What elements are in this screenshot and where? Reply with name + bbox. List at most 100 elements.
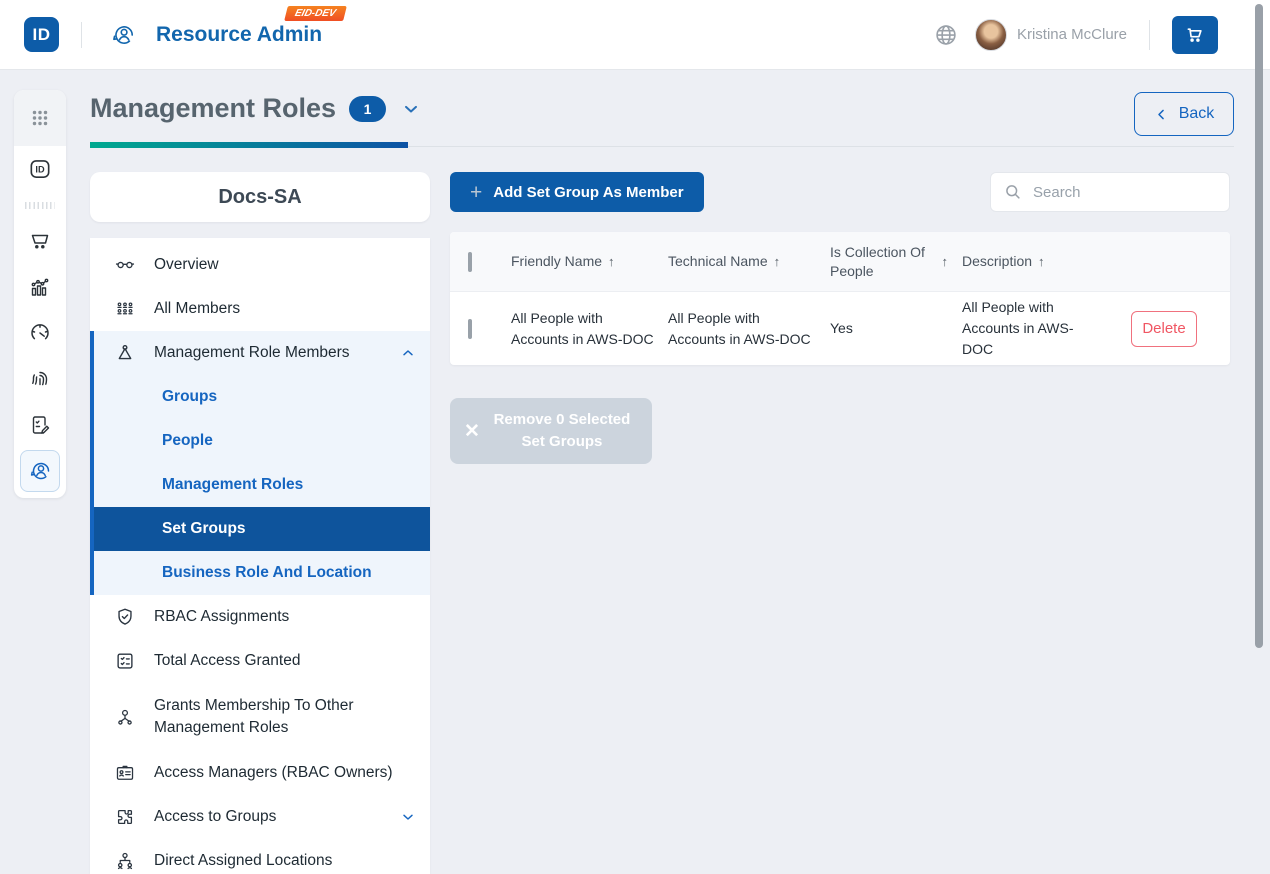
sidebar-item-label: Total Access Granted: [154, 650, 416, 672]
sidebar-item-label: RBAC Assignments: [154, 606, 416, 628]
sort-asc-icon[interactable]: ↑: [1038, 252, 1045, 272]
sidebar-subitem-business-role-and-location[interactable]: Business Role And Location: [94, 551, 430, 595]
sidebar-item-grants-membership[interactable]: Grants Membership To Other Management Ro…: [90, 683, 430, 751]
role-name-card: Docs-SA: [90, 172, 430, 222]
id-logo-icon[interactable]: ID: [14, 146, 66, 192]
app-title: Resource Admin: [156, 23, 322, 47]
icon-rail: ID: [14, 90, 66, 498]
sidebar-item-all-members[interactable]: All Members: [90, 287, 430, 331]
chevron-left-icon: [1154, 107, 1169, 122]
analytics-icon[interactable]: [14, 264, 66, 310]
cell-is-collection-of-people: Yes: [830, 319, 962, 338]
sidebar-item-label: Grants Membership To Other Management Ro…: [154, 695, 416, 740]
column-header-technical-name[interactable]: Technical Name ↑: [668, 251, 830, 272]
plus-icon: +: [470, 182, 482, 203]
divider: [81, 22, 82, 48]
delete-button[interactable]: Delete: [1131, 311, 1197, 347]
fingerprint-icon[interactable]: [14, 356, 66, 402]
logo-text: ID: [33, 25, 51, 45]
management-role-members-section: Management Role Members Groups People Ma…: [90, 331, 430, 595]
person-network-icon: [114, 706, 136, 728]
back-label: Back: [1179, 105, 1215, 123]
sidebar-item-management-role-members[interactable]: Management Role Members: [94, 331, 430, 375]
cell-description: All People with Accounts in AWS-DOC: [962, 297, 1110, 360]
sidebar-item-label: Overview: [154, 254, 416, 276]
column-header-friendly-name[interactable]: Friendly Name ↑: [511, 251, 668, 272]
table-row: All People with Accounts in AWS-DOC All …: [450, 292, 1230, 365]
add-set-group-button[interactable]: + Add Set Group As Member: [450, 172, 704, 212]
sidebar-menu: Overview All Members Management Role Mem…: [90, 238, 430, 874]
globe-icon[interactable]: [933, 22, 959, 48]
people-network-icon: [114, 850, 136, 872]
remove-selected-label: Remove 0 Selected Set Groups: [486, 409, 638, 454]
topbar: ID Resource Admin EID-DEV Kristina McClu…: [0, 0, 1270, 70]
header-divider: [408, 146, 1234, 147]
cart-icon: [1185, 25, 1205, 45]
sort-asc-icon[interactable]: ↑: [774, 252, 781, 272]
cart-button[interactable]: [1172, 16, 1218, 54]
sidebar-item-label: Direct Assigned Locations: [154, 850, 416, 872]
cart-icon[interactable]: [14, 218, 66, 264]
select-all-checkbox[interactable]: [468, 252, 472, 272]
role-name: Docs-SA: [218, 186, 301, 209]
cell-friendly-name: All People with Accounts in AWS-DOC: [511, 308, 668, 350]
app-title-wrap: Resource Admin EID-DEV: [156, 23, 322, 47]
sidebar-item-label: Access to Groups: [154, 806, 382, 828]
page-header: Management Roles 1: [90, 93, 421, 124]
title-underline-gradient: [90, 142, 408, 148]
sidebar-subitem-set-groups[interactable]: Set Groups: [94, 507, 430, 551]
user-avatar[interactable]: [975, 19, 1007, 51]
id-card-icon: [114, 762, 136, 784]
row-checkbox[interactable]: [468, 319, 472, 339]
resource-admin-icon: [110, 22, 136, 48]
sidebar-item-overview[interactable]: Overview: [90, 243, 430, 287]
sidebar-item-direct-assigned-locations[interactable]: Direct Assigned Locations: [90, 839, 430, 874]
chevron-up-icon[interactable]: [400, 345, 416, 361]
sidebar-item-total-access-granted[interactable]: Total Access Granted: [90, 639, 430, 683]
cell-technical-name: All People with Accounts in AWS-DOC: [668, 308, 830, 350]
environment-badge: EID-DEV: [284, 6, 346, 21]
chevron-down-icon[interactable]: [401, 99, 421, 119]
search-input[interactable]: [1033, 184, 1217, 201]
add-set-group-label: Add Set Group As Member: [493, 184, 683, 201]
user-name[interactable]: Kristina McClure: [1017, 26, 1127, 43]
sidebar-subitem-groups[interactable]: Groups: [94, 375, 430, 419]
divider: [1149, 20, 1150, 50]
set-groups-table: Friendly Name ↑ Technical Name ↑ Is Coll…: [450, 232, 1230, 365]
table-header: Friendly Name ↑ Technical Name ↑ Is Coll…: [450, 232, 1230, 292]
triangle-network-icon: [114, 342, 136, 364]
chevron-down-icon[interactable]: [400, 809, 416, 825]
sidebar-item-access-to-groups[interactable]: Access to Groups: [90, 795, 430, 839]
sidebar-item-label: Management Role Members: [154, 342, 382, 364]
divider-stripes-icon: [14, 192, 66, 218]
sidebar-subitem-people[interactable]: People: [94, 419, 430, 463]
sort-asc-icon[interactable]: ↑: [942, 253, 949, 271]
apps-grid-icon[interactable]: [14, 90, 66, 146]
sidebar-subitem-management-roles[interactable]: Management Roles: [94, 463, 430, 507]
shield-check-icon: [114, 606, 136, 628]
scrollbar-thumb[interactable]: [1255, 4, 1263, 648]
column-header-description[interactable]: Description ↑: [962, 251, 1110, 272]
remove-selected-button[interactable]: ✕ Remove 0 Selected Set Groups: [450, 398, 652, 464]
glasses-icon: [114, 254, 136, 276]
sort-asc-icon[interactable]: ↑: [608, 252, 615, 272]
checklist-icon: [114, 650, 136, 672]
crowd-icon: [114, 298, 136, 320]
sidebar-item-label: Access Managers (RBAC Owners): [154, 762, 416, 784]
search-icon: [1003, 182, 1023, 202]
page-title: Management Roles: [90, 93, 336, 124]
close-icon: ✕: [464, 420, 480, 443]
search-box: [990, 172, 1230, 212]
puzzle-icon: [114, 806, 136, 828]
back-button[interactable]: Back: [1134, 92, 1234, 136]
audit-document-icon[interactable]: [14, 402, 66, 448]
resource-admin-icon[interactable]: [20, 450, 60, 492]
column-header-is-collection-of-people[interactable]: Is Collection Of People ↑: [830, 243, 962, 281]
sidebar-item-label: All Members: [154, 298, 416, 320]
app-logo[interactable]: ID: [24, 17, 59, 52]
svg-text:ID: ID: [35, 165, 45, 175]
count-badge: 1: [349, 96, 386, 122]
gauge-icon[interactable]: [14, 310, 66, 356]
sidebar-item-rbac-assignments[interactable]: RBAC Assignments: [90, 595, 430, 639]
sidebar-item-access-managers[interactable]: Access Managers (RBAC Owners): [90, 751, 430, 795]
